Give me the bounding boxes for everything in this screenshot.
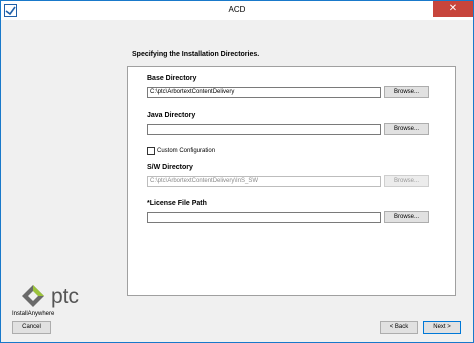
sw-directory-browse-button: Browse... <box>384 175 429 187</box>
installer-name: InstallAnywhere <box>12 311 55 317</box>
back-button[interactable]: < Back <box>380 321 418 334</box>
sw-directory-label: S/W Directory <box>147 164 193 171</box>
license-file-input[interactable] <box>147 212 381 223</box>
window-title: ACD <box>228 5 246 14</box>
sw-directory-input: C:\ptc\ArbortextContentDelivery\InS_SW <box>147 176 381 187</box>
base-directory-input[interactable]: C:\ptc\ArbortextContentDelivery <box>147 87 381 98</box>
close-button[interactable]: ✕ <box>433 1 473 17</box>
custom-configuration-checkbox[interactable] <box>147 147 155 155</box>
ptc-logo-text: ptc <box>51 285 80 308</box>
custom-configuration-label: Custom Configuration <box>157 148 216 154</box>
installer-window: ACD ✕ Specifying the Installation Direct… <box>0 0 474 343</box>
base-directory-browse-button[interactable]: Browse... <box>384 86 429 98</box>
page-heading: Specifying the Installation Directories. <box>132 51 260 58</box>
java-directory-label: Java Directory <box>147 112 196 119</box>
license-file-browse-button[interactable]: Browse... <box>384 211 429 223</box>
directories-panel: Base Directory C:\ptc\ArbortextContentDe… <box>127 66 456 296</box>
base-directory-label: Base Directory <box>147 75 197 82</box>
next-button[interactable]: Next > <box>423 321 461 334</box>
java-directory-browse-button[interactable]: Browse... <box>384 123 429 135</box>
license-file-label: *License File Path <box>147 200 207 207</box>
title-bar: ACD ✕ <box>1 1 473 20</box>
cancel-button[interactable]: Cancel <box>12 321 51 334</box>
java-directory-input[interactable] <box>147 124 381 135</box>
